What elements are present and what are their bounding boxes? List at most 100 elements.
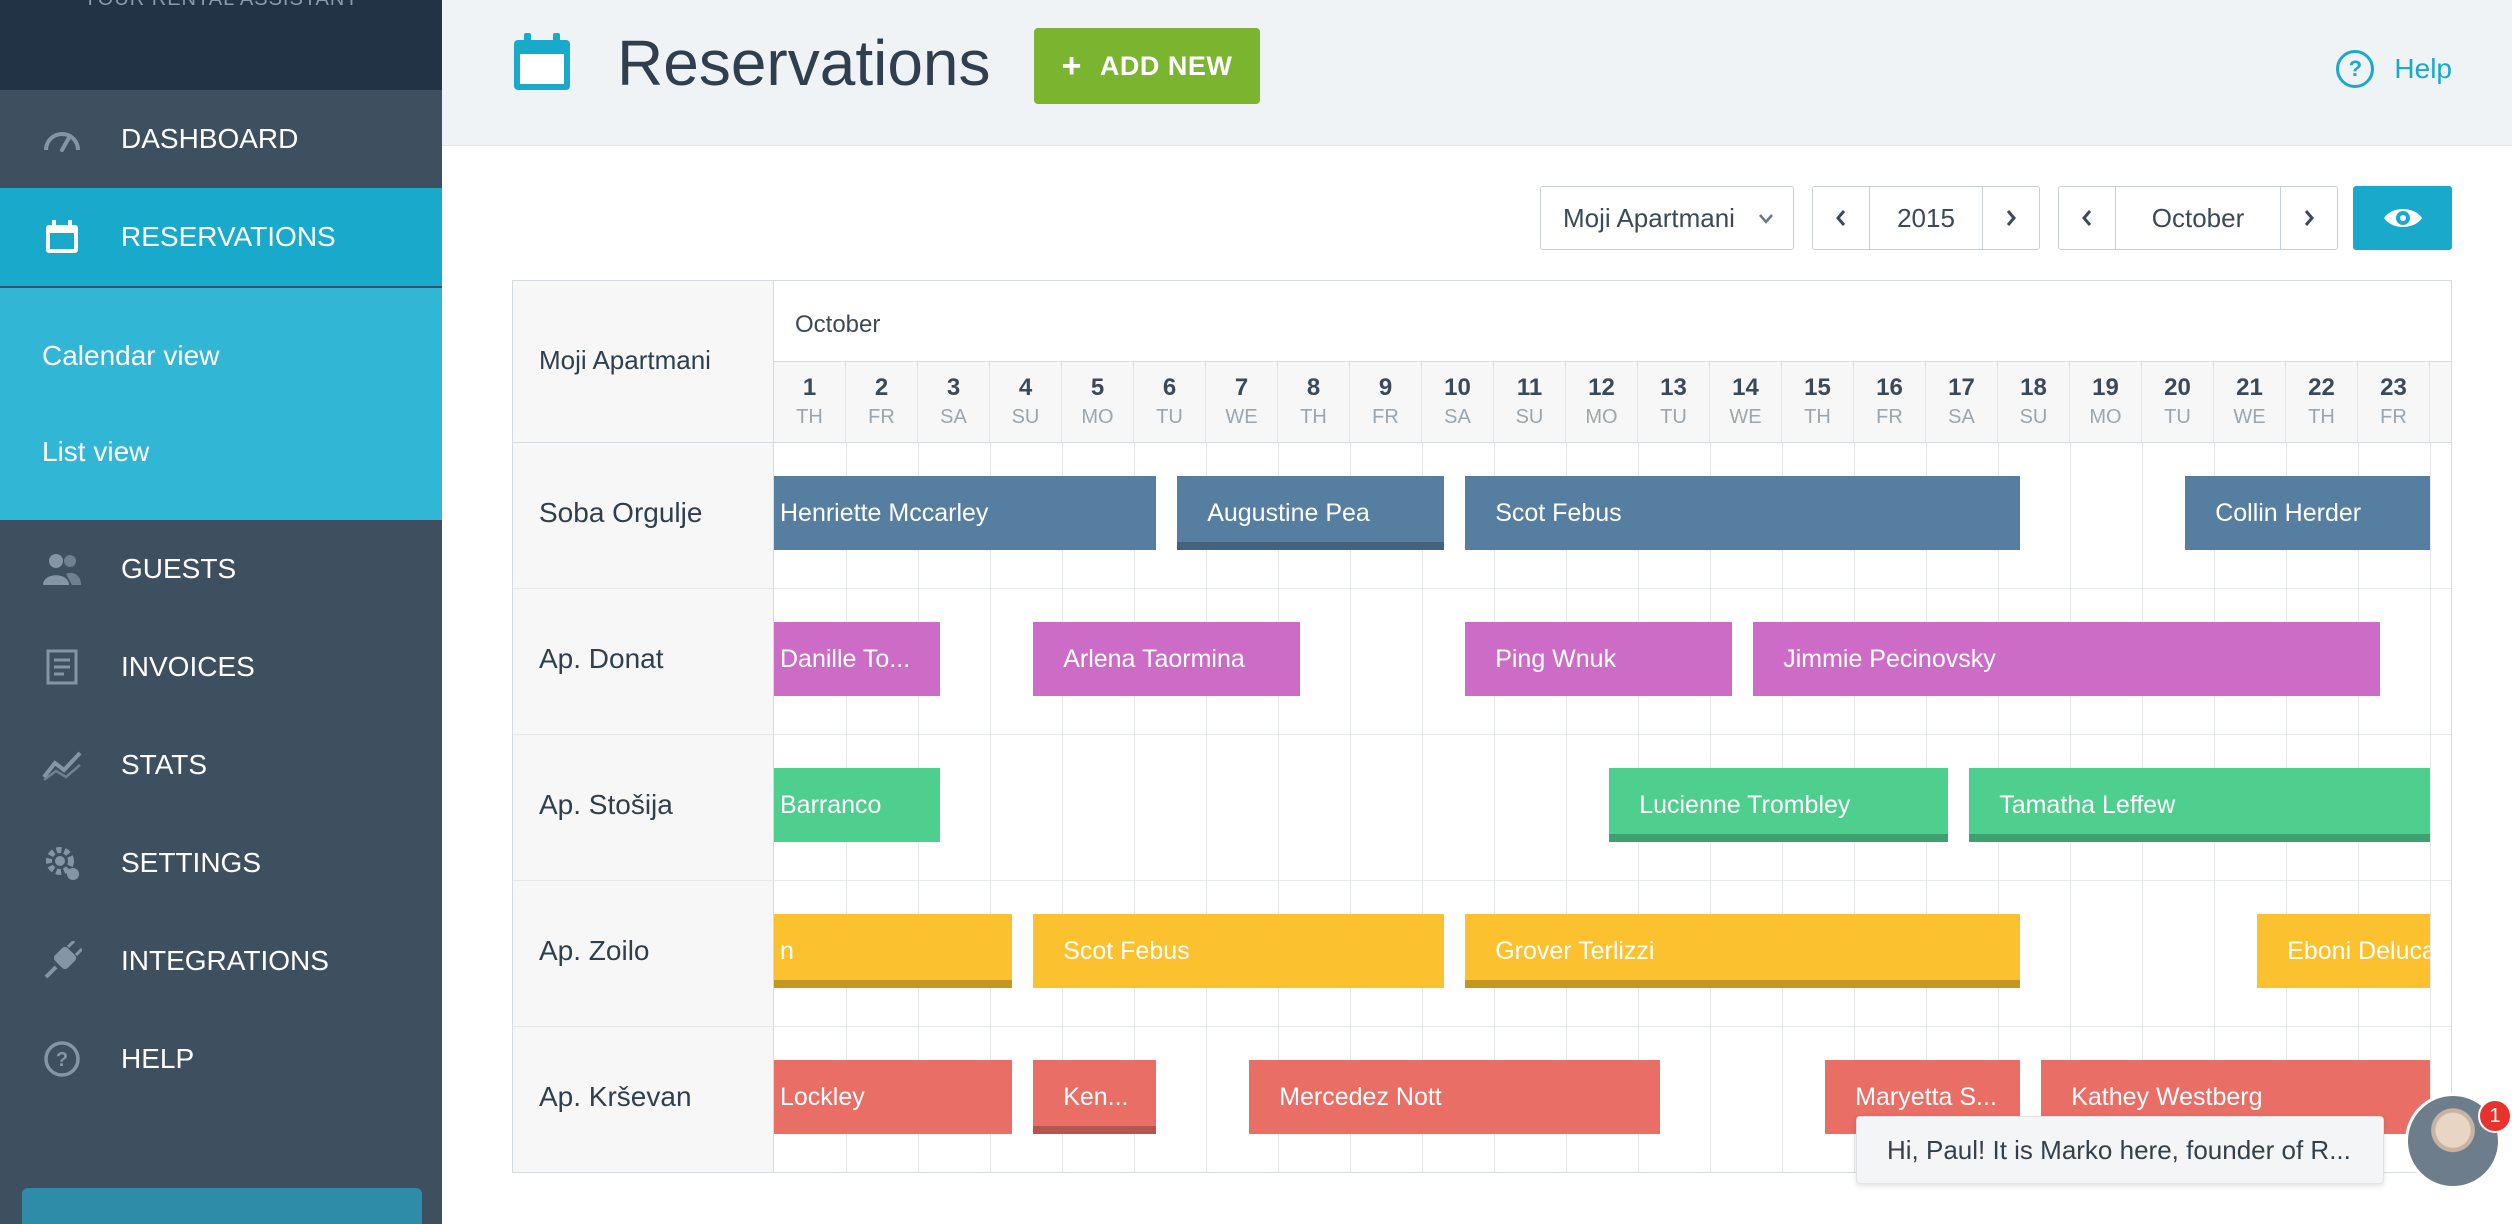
add-new-button[interactable]: + ADD NEW xyxy=(1034,28,1260,104)
users-icon xyxy=(42,549,82,589)
property-select[interactable]: Moji Apartmani xyxy=(1540,186,1794,250)
reservation-bar[interactable]: Lockley xyxy=(774,1060,1012,1134)
plug-icon xyxy=(42,941,82,981)
day-number: 10 xyxy=(1444,374,1471,401)
nav-help-label: HELP xyxy=(121,1043,195,1074)
day-weekday: SU xyxy=(1011,406,1040,428)
grid-row-line xyxy=(774,880,2451,881)
nav-guests-label: GUESTS xyxy=(121,553,237,584)
day-weekday: WE xyxy=(1225,406,1258,428)
reservation-bar[interactable]: Grover Terlizzi xyxy=(1465,914,2020,988)
day-header-21: 21 WE xyxy=(2214,362,2286,442)
reservation-bar[interactable]: Ken... xyxy=(1033,1060,1156,1134)
day-number: 18 xyxy=(2020,374,2047,401)
nav-settings[interactable]: SETTINGS xyxy=(0,814,442,912)
day-weekday: MO xyxy=(1585,406,1618,428)
day-header-7: 7 WE xyxy=(1206,362,1278,442)
nav-reservations[interactable]: RESERVATIONS xyxy=(0,188,442,286)
nav-dashboard[interactable]: DASHBOARD xyxy=(0,90,442,188)
reservation-bar[interactable]: n xyxy=(774,914,1012,988)
day-header-22: 22 TH xyxy=(2286,362,2358,442)
nav-guests[interactable]: GUESTS xyxy=(0,520,442,618)
calendar-corner: Moji Apartmani xyxy=(513,281,774,443)
nav-stats[interactable]: STATS xyxy=(0,716,442,814)
reservation-bar[interactable]: Danille To... xyxy=(774,622,940,696)
reservation-bar[interactable]: Tamatha Leffew xyxy=(1969,768,2430,842)
day-number: 11 xyxy=(1516,374,1543,401)
day-number: 3 xyxy=(946,374,961,401)
year-prev-button[interactable] xyxy=(1813,187,1869,249)
subnav-calendar-view[interactable]: Calendar view xyxy=(42,340,219,372)
reservation-bar[interactable]: Jimmie Pecinovsky xyxy=(1753,622,2380,696)
day-weekday: WE xyxy=(1729,406,1762,428)
nav-reservations-label: RESERVATIONS xyxy=(121,221,336,252)
calendar-icon xyxy=(512,32,572,97)
view-toggle-button[interactable] xyxy=(2353,186,2452,250)
year-next-button[interactable] xyxy=(1983,187,2039,249)
gauge-icon xyxy=(42,119,82,159)
room-label: Soba Orgulje xyxy=(513,443,774,589)
room-label: Ap. Zoilo xyxy=(513,881,774,1027)
reservation-bar[interactable]: Barranco xyxy=(774,768,940,842)
calendar-grid: Henriette Mccarley Augustine Pea Scot Febu… xyxy=(774,443,2451,1172)
day-weekday: WE xyxy=(2233,406,2266,428)
day-weekday: TH xyxy=(796,406,823,428)
day-header-20: 20 TU xyxy=(2142,362,2214,442)
room-name: Soba Orgulje xyxy=(539,497,703,528)
day-number: 9 xyxy=(1378,374,1393,401)
reservation-bar[interactable]: Augustine Pea xyxy=(1177,476,1444,550)
reservation-bar[interactable]: Scot Febus xyxy=(1465,476,2020,550)
day-number: 20 xyxy=(2164,374,2191,401)
day-weekday: TH xyxy=(1300,406,1327,428)
nav-integrations[interactable]: INTEGRATIONS xyxy=(0,912,442,1010)
brand-tagline: YOUR RENTAL ASSISTANT xyxy=(0,0,442,11)
day-number: 4 xyxy=(1018,374,1033,401)
grid-row-line xyxy=(774,588,2451,589)
reservation-bar[interactable]: Henriette Mccarley xyxy=(774,476,1156,550)
calendar-property-label: Moji Apartmani xyxy=(539,345,711,375)
brand-strip: YOUR RENTAL ASSISTANT xyxy=(0,0,442,90)
reservation-bar[interactable]: Scot Febus xyxy=(1033,914,1444,988)
day-header-8: 8 TH xyxy=(1278,362,1350,442)
day-header-10: 10 SA xyxy=(1422,362,1494,442)
nav-invoices[interactable]: INVOICES xyxy=(0,618,442,716)
reservation-bar[interactable]: Arlena Taormina xyxy=(1033,622,1300,696)
day-number: 19 xyxy=(2092,374,2119,401)
day-weekday: TU xyxy=(1156,406,1183,428)
plus-icon: + xyxy=(1061,46,1082,85)
reservation-bar[interactable]: Mercedez Nott xyxy=(1249,1060,1660,1134)
chat-message-bubble[interactable]: Hi, Paul! It is Marko here, founder of R… xyxy=(1856,1116,2384,1184)
day-header-16: 16 FR xyxy=(1854,362,1926,442)
help-link[interactable]: ? Help xyxy=(2336,50,2452,88)
day-number: 1 xyxy=(802,374,817,401)
month-next-button[interactable] xyxy=(2281,187,2337,249)
subnav-list-view[interactable]: List view xyxy=(42,436,149,468)
day-weekday: SA xyxy=(1444,406,1471,428)
day-header-23: 23 FR xyxy=(2358,362,2430,442)
day-header-4: 4 SU xyxy=(990,362,1062,442)
reservation-bar[interactable]: Lucienne Trombley xyxy=(1609,768,1948,842)
day-header-19: 19 MO xyxy=(2070,362,2142,442)
day-weekday: FR xyxy=(868,406,895,428)
day-weekday: FR xyxy=(1876,406,1903,428)
day-header-11: 11 SU xyxy=(1494,362,1566,442)
day-header-12: 12 MO xyxy=(1566,362,1638,442)
day-header-9: 9 FR xyxy=(1350,362,1422,442)
sidebar-bottom-button[interactable] xyxy=(22,1188,422,1224)
chevron-down-icon xyxy=(1757,205,1775,240)
calendar-days-header: 1 TH 2 FR 3 SA 4 SU 5 MO 6 TU 7 WE 8 TH 9 FR 10 SA 11 SU 12 MO 1… xyxy=(774,361,2451,443)
reservation-bar[interactable]: Ping Wnuk xyxy=(1465,622,1732,696)
help-icon: ? xyxy=(42,1039,82,1079)
day-weekday: MO xyxy=(2089,406,2122,428)
room-label: Ap. Stošija xyxy=(513,735,774,881)
month-prev-button[interactable] xyxy=(2059,187,2115,249)
day-number: 22 xyxy=(2308,374,2335,401)
nav-help[interactable]: ? HELP xyxy=(0,1010,442,1108)
day-header-1: 1 TH xyxy=(774,362,846,442)
reservation-bar[interactable]: Collin Herder xyxy=(2185,476,2430,550)
chevron-right-icon xyxy=(2006,210,2016,226)
chat-unread-badge: 1 xyxy=(2478,1099,2512,1133)
day-number: 16 xyxy=(1876,374,1903,401)
reservation-bar[interactable]: Eboni Deluca xyxy=(2257,914,2430,988)
day-number: 7 xyxy=(1234,374,1249,401)
